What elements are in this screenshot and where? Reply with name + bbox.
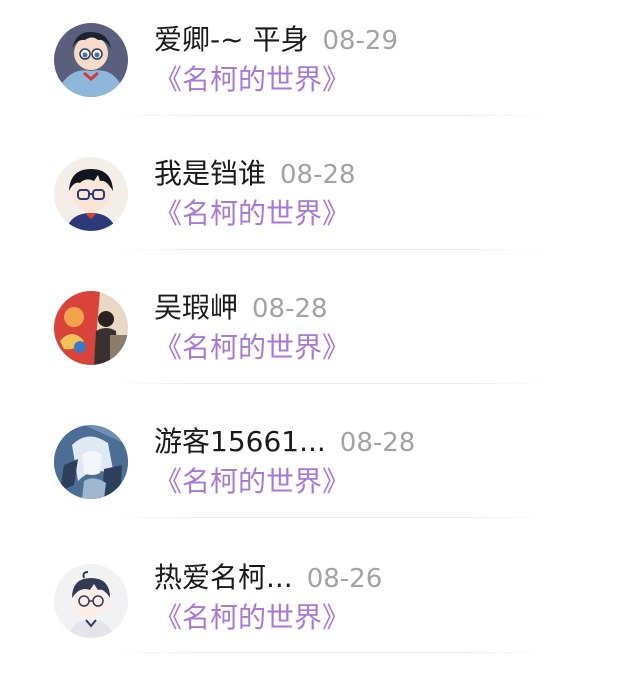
book-title-link[interactable]: 《名柯的世界》: [154, 598, 350, 638]
book-title-link[interactable]: 《名柯的世界》: [154, 60, 350, 100]
user-name[interactable]: 我是铛谁: [154, 157, 266, 190]
comment-date: 08-28: [280, 160, 356, 190]
list-item[interactable]: 爱卿-~ 平身 08-29 《名柯的世界》: [0, 0, 640, 134]
comment-header: 吴瑕岬 08-28: [154, 288, 328, 328]
list-item[interactable]: 吴瑕岬 08-28 《名柯的世界》: [0, 268, 640, 402]
comment-header: 热爱名柯... 08-26: [154, 558, 382, 598]
book-title-link[interactable]: 《名柯的世界》: [154, 194, 350, 234]
glasses-boy-avatar-icon[interactable]: [54, 564, 128, 638]
comment-date: 08-26: [306, 564, 383, 594]
user-name[interactable]: 吴瑕岬: [154, 291, 238, 324]
comment-date: 08-28: [339, 428, 416, 458]
list-item[interactable]: 热爱名柯... 08-26 《名柯的世界》: [0, 536, 640, 670]
comment-header: 游客15661... 08-28: [154, 422, 415, 462]
blue-anime-avatar-icon[interactable]: [54, 425, 128, 499]
user-name[interactable]: 游客15661...: [154, 425, 326, 458]
red-painting-avatar-icon[interactable]: [54, 291, 128, 365]
conan-face-avatar-icon[interactable]: [54, 157, 128, 231]
comment-header: 我是铛谁 08-28: [154, 154, 356, 194]
list-item[interactable]: 我是铛谁 08-28 《名柯的世界》: [0, 134, 640, 268]
book-title-link[interactable]: 《名柯的世界》: [154, 328, 350, 368]
user-name[interactable]: 爱卿-~ 平身: [154, 23, 308, 56]
comment-date: 08-29: [322, 26, 399, 56]
divider: [110, 383, 550, 384]
book-title-link[interactable]: 《名柯的世界》: [154, 462, 350, 502]
list-item[interactable]: 游客15661... 08-28 《名柯的世界》: [0, 402, 640, 536]
comment-date: 08-28: [252, 294, 328, 324]
comment-header: 爱卿-~ 平身 08-29: [154, 20, 398, 60]
divider: [110, 652, 550, 653]
divider: [110, 249, 550, 250]
user-name[interactable]: 热爱名柯...: [154, 561, 293, 594]
conan-lying-avatar-icon[interactable]: [54, 23, 128, 97]
divider: [110, 115, 550, 116]
divider: [110, 517, 550, 518]
